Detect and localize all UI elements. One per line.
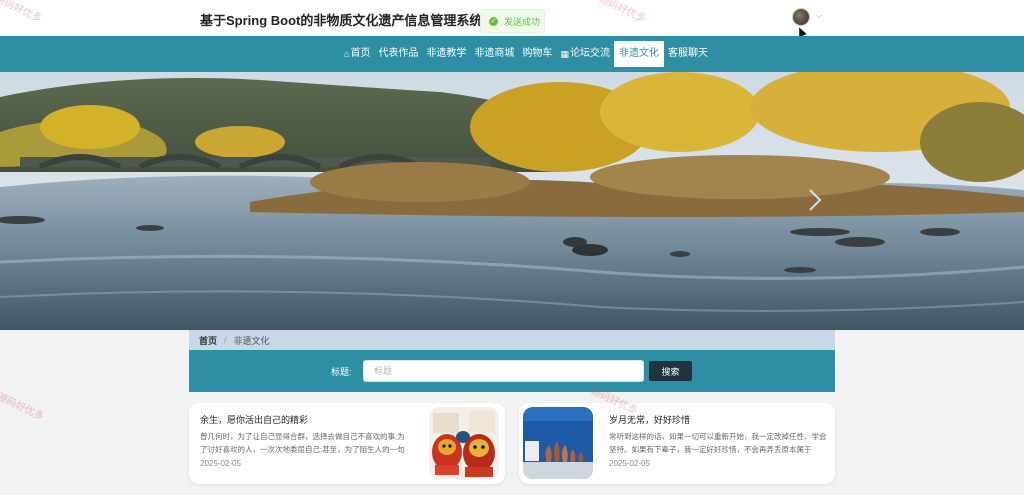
card-summary: 曾几何时，为了让自己显得合群，选择去做自己不喜欢的事;为了讨好喜欢的人，一次次地… xyxy=(200,432,405,454)
nav-item-teaching[interactable]: 非遗教学 xyxy=(422,41,470,67)
card-date: 2025-02-05 xyxy=(609,459,650,468)
search-label: 标题: xyxy=(331,367,352,377)
site-title: 基于Spring Boot的非物质文化遗产信息管理系统的设计与实现 xyxy=(200,13,488,28)
nav-item-label: 非遗教学 xyxy=(426,48,467,59)
top-header: 基于Spring Boot的非物质文化遗产信息管理系统的设计与实现 ✓ 发送成功… xyxy=(0,0,1024,38)
breadcrumb: 首页 / 非遗文化 xyxy=(189,330,835,350)
nav-item-label: 论坛交流 xyxy=(569,48,610,59)
nav-item-label: 非遗文化 xyxy=(618,48,659,59)
tiger-toys-image xyxy=(429,407,499,479)
nav-item-culture[interactable]: 非遗文化 xyxy=(613,41,664,67)
card-title: 岁月无常，好好珍惜 xyxy=(609,415,691,425)
nav-item-cart[interactable]: 购物车 xyxy=(518,41,556,67)
article-card[interactable]: 岁月无常，好好珍惜 常听到这样的话，如果一切可以重新开始，我一定改掉任性、学会坚… xyxy=(519,403,835,484)
banner-landscape-image xyxy=(0,72,1024,330)
nav-item-home[interactable]: ⌂ 首页 xyxy=(340,41,374,67)
nav-item-label: 非遗商城 xyxy=(474,48,515,59)
pottery-gallery-image xyxy=(523,407,593,479)
success-toast: ✓ 发送成功 xyxy=(480,9,545,33)
main-nav: ⌂ 首页 代表作品 非遗教学 非遗商城 购物车 ▦ 论坛交流 非遗文化 客服聊天 xyxy=(0,36,1024,72)
nav-item-label: 代表作品 xyxy=(378,48,419,59)
nav-item-chat[interactable]: 客服聊天 xyxy=(664,41,712,67)
watermark: 源码好优多 xyxy=(0,391,46,423)
chevron-down-icon[interactable]: ⌵ xyxy=(816,11,822,21)
search-bar: 标题: 搜索 xyxy=(189,350,835,392)
card-title: 余生，愿你活出自己的精彩 xyxy=(200,415,309,425)
nav-item-label: 首页 xyxy=(350,48,371,59)
search-button[interactable]: 搜索 xyxy=(649,361,692,381)
card-date: 2025-02-05 xyxy=(200,459,241,468)
home-icon: ⌂ xyxy=(344,49,350,59)
breadcrumb-separator: / xyxy=(224,335,227,345)
article-card[interactable]: 余生，愿你活出自己的精彩 曾几何时，为了让自己显得合群，选择去做自己不喜欢的事;… xyxy=(189,403,505,484)
nav-item-label: 购物车 xyxy=(522,48,553,59)
next-slide-arrow-icon[interactable] xyxy=(808,188,822,212)
forum-icon: ▦ xyxy=(560,49,569,59)
card-summary: 常听到这样的话，如果一切可以重新开始，我一定改掉任性、学会坚持。如果有下辈子，我… xyxy=(609,432,827,454)
search-input[interactable] xyxy=(363,360,644,382)
hero-banner xyxy=(0,72,1024,330)
toast-message: 发送成功 xyxy=(504,16,541,27)
breadcrumb-current: 非遗文化 xyxy=(233,335,270,346)
check-circle-icon: ✓ xyxy=(489,16,498,26)
breadcrumb-home[interactable]: 首页 xyxy=(199,334,217,347)
nav-item-works[interactable]: 代表作品 xyxy=(374,41,422,67)
nav-item-forum[interactable]: ▦ 论坛交流 xyxy=(556,41,614,67)
nav-item-mall[interactable]: 非遗商城 xyxy=(470,41,518,67)
nav-item-label: 客服聊天 xyxy=(667,48,708,59)
avatar[interactable] xyxy=(792,8,810,26)
